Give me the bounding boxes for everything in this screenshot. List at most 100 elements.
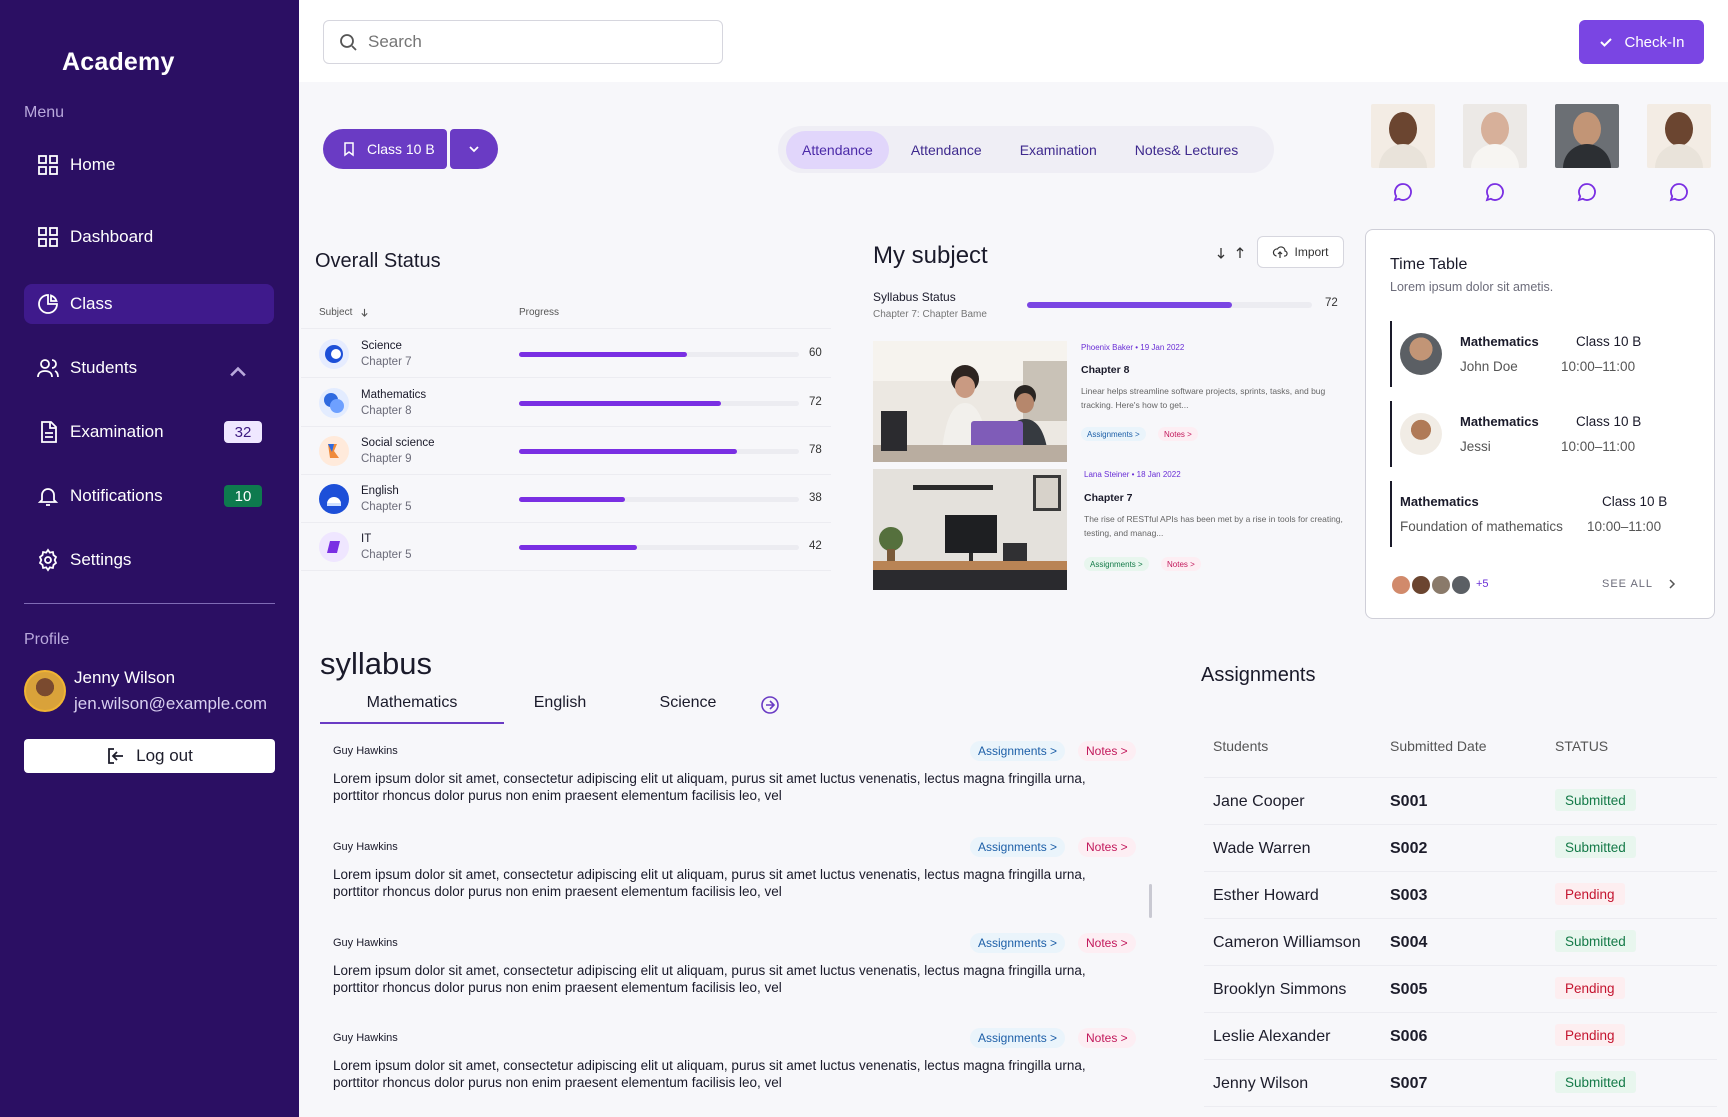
column-subject[interactable]: Subject xyxy=(319,307,352,318)
logout-button[interactable]: Log out xyxy=(24,739,275,773)
chapter-image[interactable] xyxy=(873,341,1067,462)
table-row[interactable]: Jane Cooper S001 Submitted xyxy=(1204,778,1717,825)
mathematics-icon xyxy=(319,388,349,418)
import-button[interactable]: Import xyxy=(1257,236,1344,268)
arrow-down-icon[interactable] xyxy=(360,308,369,317)
notes-link[interactable]: Notes > xyxy=(1078,741,1136,761)
search-input[interactable] xyxy=(368,32,688,52)
notes-link[interactable]: Notes > xyxy=(1078,1028,1136,1048)
avatar xyxy=(1390,574,1412,596)
syllabus-entry[interactable]: Guy Hawkins Lorem ipsum dolor sit amet, … xyxy=(333,1028,1145,1102)
it-icon xyxy=(319,532,349,562)
timetable-entry[interactable]: Mathematics Class 10 B Foundation of mat… xyxy=(1390,481,1690,547)
office-photo xyxy=(873,341,1067,462)
table-row[interactable]: Social science Chapter 9 78 xyxy=(301,427,831,475)
assignments-link[interactable]: Assignments > xyxy=(1084,557,1149,571)
sidebar-item-examination[interactable]: Examination 32 xyxy=(24,412,274,452)
sidebar-item-dashboard[interactable]: Dashboard xyxy=(24,217,274,257)
tab-examination[interactable]: Examination xyxy=(1004,131,1113,169)
chat-icon[interactable] xyxy=(1668,181,1690,203)
chevron-up-icon[interactable] xyxy=(226,360,250,384)
table-row[interactable]: Science Chapter 7 60 xyxy=(301,330,831,378)
chat-icon[interactable] xyxy=(1392,181,1414,203)
table-row[interactable]: IT Chapter 5 42 xyxy=(301,523,831,571)
syllabus-entry[interactable]: Guy Hawkins Lorem ipsum dolor sit amet, … xyxy=(333,837,1145,911)
table-row[interactable]: Cameron Williamson S004 Submitted xyxy=(1204,919,1717,966)
teacher-avatar[interactable] xyxy=(1463,104,1527,168)
table-row[interactable]: Leslie Alexander S006 Pending xyxy=(1204,1013,1717,1060)
sidebar-divider xyxy=(24,603,275,604)
table-row[interactable]: Esther Howard S003 Pending xyxy=(1204,872,1717,919)
arrow-down-icon[interactable] xyxy=(1215,247,1227,259)
progress-fill xyxy=(519,352,687,357)
tab-notes-lectures[interactable]: Notes& Lectures xyxy=(1119,131,1255,169)
tab-english[interactable]: English xyxy=(504,694,616,724)
search-box[interactable] xyxy=(323,20,723,64)
logout-label: Log out xyxy=(136,746,193,765)
sidebar-item-students[interactable]: Students xyxy=(24,348,274,388)
chapter-image[interactable] xyxy=(873,469,1067,590)
submission-id: S001 xyxy=(1390,793,1428,810)
users-icon xyxy=(37,359,59,378)
sidebar-item-class[interactable]: Class xyxy=(24,284,274,324)
scrollbar[interactable] xyxy=(1149,884,1152,918)
progress-bar xyxy=(519,497,799,502)
table-row[interactable]: English Chapter 5 38 xyxy=(301,475,831,523)
timetable-entry[interactable]: Mathematics Class 10 B John Doe 10:00–11… xyxy=(1390,321,1690,387)
tab-attendance[interactable]: Attendance xyxy=(786,130,889,169)
notes-link[interactable]: Notes > xyxy=(1161,557,1201,571)
assignments-link[interactable]: Assignments > xyxy=(970,933,1066,953)
subject-chapter: Chapter 5 xyxy=(361,501,412,513)
table-row[interactable]: Brooklyn Simmons S005 Pending xyxy=(1204,966,1717,1013)
class-selector-button[interactable]: Class 10 B xyxy=(323,129,447,169)
chevron-right-icon xyxy=(1669,579,1676,589)
table-row[interactable]: Wade Warren S002 Submitted xyxy=(1204,825,1717,872)
notes-link[interactable]: Notes > xyxy=(1158,427,1198,441)
entry-text: Lorem ipsum dolor sit amet, consectetur … xyxy=(333,867,1086,899)
teacher-avatar[interactable] xyxy=(1371,104,1435,168)
overall-status-title: Overall Status xyxy=(315,250,441,272)
syllabus-title: syllabus xyxy=(320,646,432,681)
class-selector-label: Class 10 B xyxy=(367,141,435,157)
see-all-link[interactable]: SEE ALL xyxy=(1602,578,1677,590)
tab-attendance-2[interactable]: Attendance xyxy=(895,131,998,169)
subject-name: Social science xyxy=(361,437,435,449)
assignments-link[interactable]: Assignments > xyxy=(1081,427,1146,441)
chat-icon[interactable] xyxy=(1484,181,1506,203)
table-row[interactable]: Mathematics Chapter 8 72 xyxy=(301,379,831,427)
arrow-up-icon[interactable] xyxy=(1234,247,1246,259)
table-row[interactable]: Jenny Wilson S007 Submitted xyxy=(1204,1060,1717,1107)
sidebar-item-home[interactable]: Home xyxy=(24,145,274,185)
syllabus-entry[interactable]: Guy Hawkins Lorem ipsum dolor sit amet, … xyxy=(333,933,1145,1007)
teacher-avatar[interactable] xyxy=(1555,104,1619,168)
sidebar-item-notifications[interactable]: Notifications 10 xyxy=(24,476,274,516)
arrow-right-circle-icon[interactable] xyxy=(760,695,780,715)
tab-mathematics[interactable]: Mathematics xyxy=(320,694,504,724)
timetable-class: Class 10 B xyxy=(1602,494,1668,509)
class-dropdown-button[interactable] xyxy=(450,129,498,169)
notes-link[interactable]: Notes > xyxy=(1078,837,1136,857)
tab-science[interactable]: Science xyxy=(632,694,744,724)
check-in-button[interactable]: Check-In xyxy=(1579,20,1704,64)
assignments-link[interactable]: Assignments > xyxy=(970,1028,1066,1048)
progress-value: 78 xyxy=(809,444,822,456)
chat-icon[interactable] xyxy=(1576,181,1598,203)
teacher-avatar[interactable] xyxy=(1647,104,1711,168)
entry-author: Guy Hawkins xyxy=(333,745,398,757)
notes-link[interactable]: Notes > xyxy=(1078,933,1136,953)
syllabus-entry[interactable]: Guy Hawkins Lorem ipsum dolor sit amet, … xyxy=(333,741,1145,815)
progress-value: 42 xyxy=(809,540,822,552)
entry-author: Guy Hawkins xyxy=(333,841,398,853)
timetable-time: 10:00–11:00 xyxy=(1587,519,1662,534)
assignments-title: Assignments xyxy=(1201,664,1316,686)
document-icon xyxy=(41,421,57,443)
sidebar-item-settings[interactable]: Settings xyxy=(24,540,274,580)
avatar[interactable] xyxy=(24,670,66,712)
assignments-link[interactable]: Assignments > xyxy=(970,837,1066,857)
progress-fill xyxy=(519,401,721,406)
assignments-link[interactable]: Assignments > xyxy=(970,741,1066,761)
status-badge: Pending xyxy=(1555,1024,1625,1046)
timetable-entry[interactable]: Mathematics Class 10 B Jessi 10:00–11:00 xyxy=(1390,401,1690,467)
syllabus-progress-bar xyxy=(1027,302,1312,308)
bookmark-icon xyxy=(344,142,354,157)
